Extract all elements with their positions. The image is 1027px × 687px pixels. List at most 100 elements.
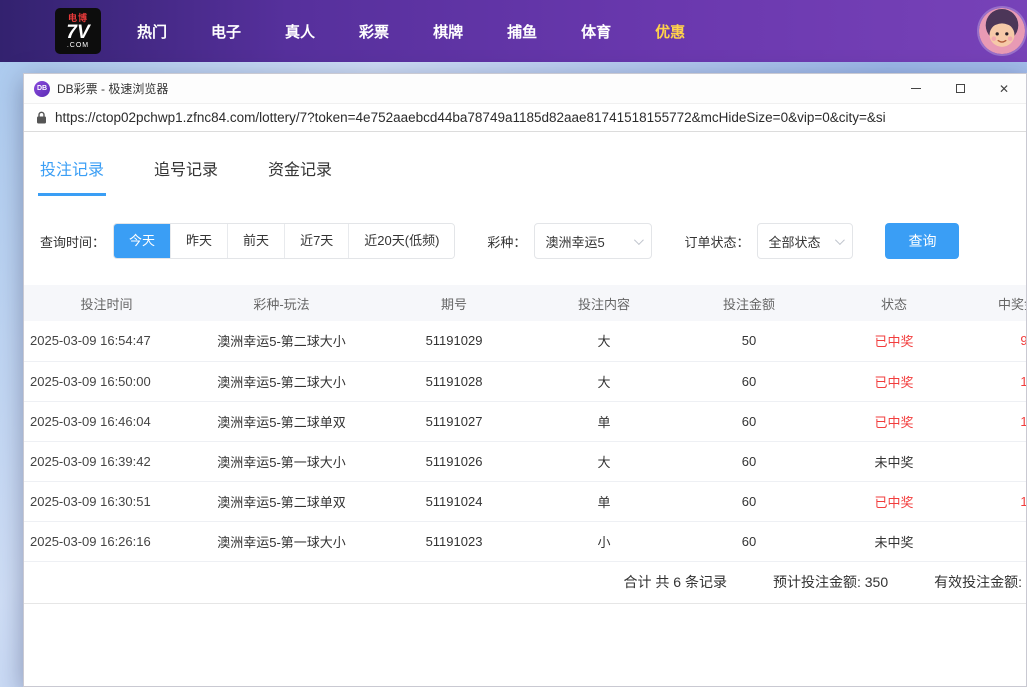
minimize-button[interactable] [894, 74, 938, 104]
table-row: 2025-03-09 16:54:47 澳洲幸运5-第二球大小 51191029… [24, 321, 1026, 361]
close-icon: ✕ [999, 82, 1009, 96]
summary-valid: 有效投注金额: [934, 572, 1022, 592]
bet-time-cell: 2025-03-09 16:30:51 [24, 481, 189, 521]
url-text: https://ctop02pchwp1.zfnc84.com/lottery/… [55, 110, 886, 125]
time-option-7days[interactable]: 近7天 [284, 224, 348, 258]
lottery-select-value: 澳洲幸运5 [545, 232, 604, 251]
status-cell: 已中奖 [824, 401, 964, 441]
window-title: DB彩票 - 极速浏览器 [57, 80, 894, 97]
time-filter-label: 查询时间： [40, 232, 105, 251]
chevron-down-icon [835, 235, 845, 245]
bet-time-cell: 2025-03-09 16:50:00 [24, 361, 189, 401]
status-cell: 已中奖 [824, 481, 964, 521]
prize-cell: 1 [964, 401, 1026, 441]
header-bet-time: 投注时间 [24, 285, 189, 321]
bet-time-cell: 2025-03-09 16:39:42 [24, 441, 189, 481]
header-issue: 期号 [374, 285, 534, 321]
prize-cell [964, 441, 1026, 481]
chevron-down-icon [634, 235, 644, 245]
bet-time-cell: 2025-03-09 16:46:04 [24, 401, 189, 441]
nav-item-promo[interactable]: 优惠 [655, 21, 685, 42]
nav-item-fishing[interactable]: 捕鱼 [507, 21, 537, 42]
issue-cell: 51191024 [374, 481, 534, 521]
user-avatar[interactable] [979, 8, 1025, 54]
time-option-daybefore[interactable]: 前天 [227, 224, 284, 258]
address-bar[interactable]: https://ctop02pchwp1.zfnc84.com/lottery/… [24, 104, 1026, 132]
bet-content-cell: 大 [534, 361, 674, 401]
time-option-today[interactable]: 今天 [114, 224, 170, 258]
status-select-value: 全部状态 [768, 232, 820, 251]
bet-time-cell: 2025-03-09 16:26:16 [24, 521, 189, 561]
site-nav-menu: 热门 电子 真人 彩票 棋牌 捕鱼 体育 优惠 [137, 21, 685, 42]
bet-content-cell: 大 [534, 441, 674, 481]
nav-item-slots[interactable]: 电子 [211, 21, 241, 42]
nav-item-hot[interactable]: 热门 [137, 21, 167, 42]
logo-main: 7V [66, 23, 89, 42]
game-play-cell: 澳洲幸运5-第二球大小 [189, 321, 374, 361]
bet-content-cell: 单 [534, 481, 674, 521]
header-game-play: 彩种-玩法 [189, 285, 374, 321]
maximize-button[interactable] [938, 74, 982, 104]
issue-cell: 51191028 [374, 361, 534, 401]
prize-cell [964, 521, 1026, 561]
game-play-cell: 澳洲幸运5-第二球大小 [189, 361, 374, 401]
summary-bar: 合计 共 6 条记录 预计投注金额: 350 有效投注金额: [24, 562, 1026, 604]
prize-cell: 1 [964, 361, 1026, 401]
bet-records-table: 投注时间 彩种-玩法 期号 投注内容 投注金额 状态 中奖金额 2025-03-… [24, 285, 1026, 562]
time-option-yesterday[interactable]: 昨天 [170, 224, 227, 258]
tab-bet-records[interactable]: 投注记录 [38, 156, 106, 196]
header-status: 状态 [824, 285, 964, 321]
browser-window: DB DB彩票 - 极速浏览器 ✕ https://ctop02pchwp1.z… [23, 73, 1027, 687]
bet-amount-cell: 60 [674, 401, 824, 441]
issue-cell: 51191026 [374, 441, 534, 481]
lottery-select[interactable]: 澳洲幸运5 [534, 223, 652, 259]
game-play-cell: 澳洲幸运5-第二球单双 [189, 481, 374, 521]
game-play-cell: 澳洲幸运5-第一球大小 [189, 441, 374, 481]
status-cell: 已中奖 [824, 321, 964, 361]
bet-amount-cell: 60 [674, 361, 824, 401]
site-logo[interactable]: 电博 7V .COM [55, 8, 101, 54]
time-option-20days[interactable]: 近20天(低频) [348, 224, 454, 258]
issue-cell: 51191023 [374, 521, 534, 561]
header-bet-content: 投注内容 [534, 285, 674, 321]
bet-amount-cell: 60 [674, 521, 824, 561]
table-header-row: 投注时间 彩种-玩法 期号 投注内容 投注金额 状态 中奖金额 [24, 285, 1026, 321]
tab-chase-records[interactable]: 追号记录 [152, 156, 220, 196]
prize-cell: 9 [964, 321, 1026, 361]
nav-item-sports[interactable]: 体育 [581, 21, 611, 42]
query-button[interactable]: 查询 [885, 223, 959, 259]
close-button[interactable]: ✕ [982, 74, 1026, 104]
bet-content-cell: 小 [534, 521, 674, 561]
avatar-image [979, 8, 1025, 54]
bet-amount-cell: 50 [674, 321, 824, 361]
bet-content-cell: 单 [534, 401, 674, 441]
nav-item-cards[interactable]: 棋牌 [433, 21, 463, 42]
bet-amount-cell: 60 [674, 441, 824, 481]
summary-total: 合计 共 6 条记录 [624, 572, 727, 592]
nav-item-live[interactable]: 真人 [285, 21, 315, 42]
table-row: 2025-03-09 16:50:00 澳洲幸运5-第二球大小 51191028… [24, 361, 1026, 401]
window-titlebar: DB DB彩票 - 极速浏览器 ✕ [24, 74, 1026, 104]
lottery-filter-label: 彩种： [487, 232, 526, 251]
record-tabs: 投注记录 追号记录 资金记录 [24, 132, 1026, 196]
issue-cell: 51191027 [374, 401, 534, 441]
table-row: 2025-03-09 16:30:51 澳洲幸运5-第二球单双 51191024… [24, 481, 1026, 521]
site-navbar: 电博 7V .COM 热门 电子 真人 彩票 棋牌 捕鱼 体育 优惠 [0, 0, 1027, 62]
status-cell: 未中奖 [824, 521, 964, 561]
game-play-cell: 澳洲幸运5-第一球大小 [189, 521, 374, 561]
status-cell: 已中奖 [824, 361, 964, 401]
bet-amount-cell: 60 [674, 481, 824, 521]
status-filter-label: 订单状态： [684, 232, 749, 251]
header-prize: 中奖金额 [964, 285, 1026, 321]
tab-fund-records[interactable]: 资金记录 [266, 156, 334, 196]
table-row: 2025-03-09 16:39:42 澳洲幸运5-第一球大小 51191026… [24, 441, 1026, 481]
status-cell: 未中奖 [824, 441, 964, 481]
maximize-icon [956, 84, 965, 93]
logo-suffix: .COM [67, 42, 89, 49]
order-status-select[interactable]: 全部状态 [757, 223, 853, 259]
nav-item-lottery[interactable]: 彩票 [359, 21, 389, 42]
table-row: 2025-03-09 16:26:16 澳洲幸运5-第一球大小 51191023… [24, 521, 1026, 561]
table-row: 2025-03-09 16:46:04 澳洲幸运5-第二球单双 51191027… [24, 401, 1026, 441]
filter-bar: 查询时间： 今天 昨天 前天 近7天 近20天(低频) 彩种： 澳洲幸运5 订单… [40, 223, 1026, 259]
prize-cell: 1 [964, 481, 1026, 521]
